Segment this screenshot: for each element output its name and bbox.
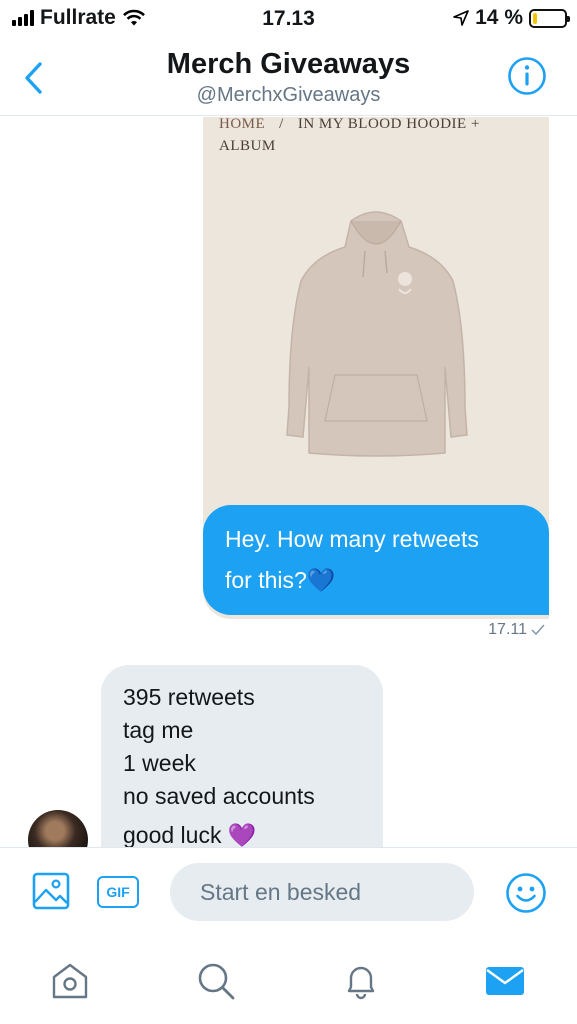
location-arrow-icon (453, 10, 469, 26)
message-input[interactable] (170, 863, 474, 921)
tab-home[interactable] (50, 961, 90, 1001)
gif-button[interactable]: GIF (97, 876, 139, 908)
incoming-message-line: 1 week (123, 750, 196, 776)
sender-avatar[interactable] (28, 810, 88, 847)
status-bar: Fullrate 17.13 14 % (0, 0, 577, 38)
info-button[interactable] (507, 56, 547, 96)
smiley-icon (506, 873, 546, 913)
incoming-message-line: good luck 💜 (123, 822, 257, 847)
message-composer: GIF (0, 847, 577, 937)
notifications-icon (347, 966, 375, 1000)
messages-icon (486, 967, 524, 995)
breadcrumb-separator: / (279, 117, 284, 132)
breadcrumb-item: IN MY BLOOD HOODIE + (297, 117, 480, 132)
timestamp-text: 17.11 (488, 621, 527, 638)
incoming-message[interactable]: 395 retweets tag me 1 week no saved acco… (101, 665, 383, 847)
tab-search[interactable] (196, 961, 236, 1001)
breadcrumb-item-continued: ALBUM (219, 138, 276, 154)
product-breadcrumb: HOME / IN MY BLOOD HOODIE + ALBUM (219, 117, 519, 157)
bottom-tab-bar (0, 937, 577, 1024)
battery-level (533, 12, 538, 24)
message-list[interactable]: HOME / IN MY BLOOD HOODIE + ALBUM Hey. How… (0, 117, 577, 847)
info-icon (508, 57, 546, 95)
status-right: 14 % (453, 6, 570, 30)
conversation-title: Merch Giveaways (166, 48, 411, 80)
hoodie-image (286, 211, 468, 457)
battery-icon (529, 8, 570, 28)
battery-percent: 14 % (475, 6, 523, 29)
incoming-message-line: tag me (123, 717, 194, 743)
incoming-message-line: no saved accounts (123, 783, 315, 809)
conversation-header: Merch Giveaways @MerchxGiveaways (0, 38, 577, 116)
check-icon (531, 624, 545, 636)
message-timestamp: 17.11 (488, 621, 545, 639)
outgoing-message-line: for this?💙 (225, 567, 336, 593)
emoji-button[interactable] (505, 872, 547, 914)
add-media-button[interactable] (32, 872, 70, 910)
home-icon (52, 963, 88, 999)
tab-notifications[interactable] (341, 961, 381, 1001)
breadcrumb-home: HOME (219, 117, 266, 132)
incoming-message-line: 395 retweets (123, 684, 255, 710)
image-icon (32, 872, 70, 910)
outgoing-message[interactable]: Hey. How many retweets for this?💙 (203, 505, 549, 615)
tab-messages[interactable] (485, 961, 525, 1001)
conversation-handle: @MerchxGiveaways (196, 84, 381, 106)
outgoing-message-line: Hey. How many retweets (225, 526, 479, 552)
search-icon (198, 963, 235, 1000)
